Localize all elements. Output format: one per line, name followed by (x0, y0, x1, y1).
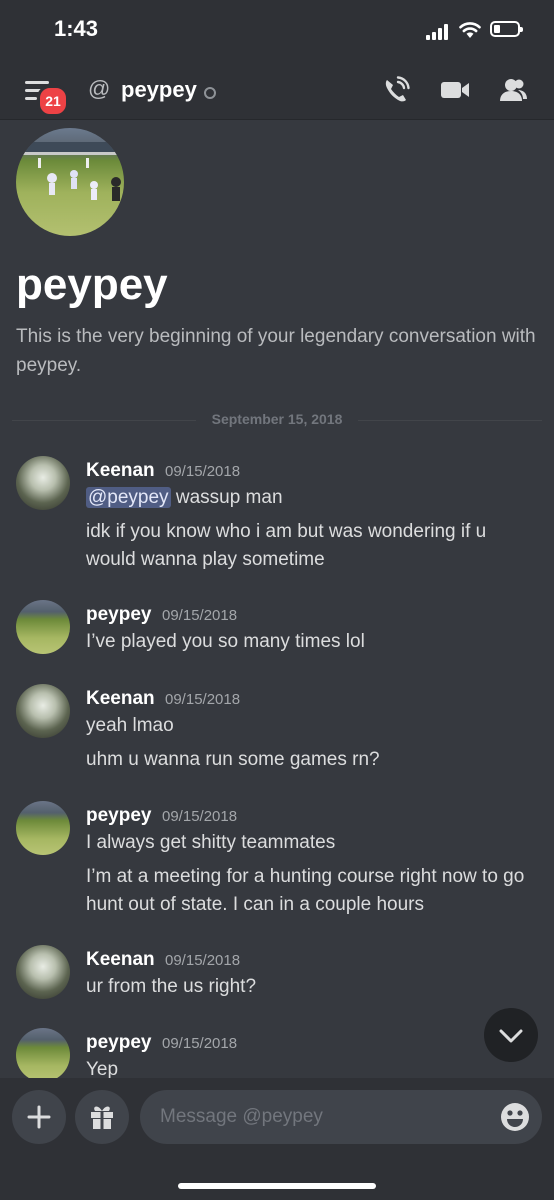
message-author[interactable]: peypey (86, 805, 151, 827)
message-text: I always get shitty teammates (86, 832, 336, 853)
message-text: @peypey wassup man (86, 484, 536, 512)
battery-icon (490, 21, 523, 37)
message-input[interactable] (140, 1090, 542, 1144)
message-text: ur from the us right? (86, 976, 257, 997)
date-divider-label: September 15, 2018 (211, 411, 343, 427)
avatar[interactable] (16, 600, 70, 654)
message-timestamp: 09/15/2018 (165, 952, 241, 969)
notification-badge: 21 (37, 85, 69, 117)
message-author[interactable]: Keenan (86, 460, 155, 482)
status-bar: 1:43 (0, 0, 554, 60)
user-mention[interactable]: @peypey (86, 487, 171, 508)
message-author[interactable]: Keenan (86, 949, 155, 971)
message-timestamp: 09/15/2018 (162, 808, 238, 825)
message-text: idk if you know who i am but was wonderi… (86, 521, 487, 570)
at-icon: @ (88, 76, 111, 101)
message-timestamp: 09/15/2018 (162, 1035, 238, 1052)
message-author[interactable]: peypey (86, 1032, 151, 1054)
message-text-content: wassup man (175, 487, 283, 508)
plus-icon (27, 1105, 51, 1129)
signal-icon (426, 24, 452, 40)
message-timestamp: 09/15/2018 (165, 691, 241, 708)
gift-icon (91, 1106, 113, 1129)
message-text: Yep (86, 1059, 119, 1078)
avatar[interactable] (16, 684, 70, 738)
message-text: yeah lmao (86, 715, 174, 736)
message-timestamp: 09/15/2018 (162, 607, 238, 624)
members-icon[interactable] (498, 76, 528, 104)
message-group: peypey 09/15/2018 Yep (0, 1028, 554, 1078)
channel-header: 21 @ peypey (0, 60, 554, 120)
avatar[interactable] (16, 801, 70, 855)
message-timestamp: 09/15/2018 (165, 463, 241, 480)
avatar[interactable] (16, 945, 70, 999)
message-text: I’m at a meeting for a hunting course ri… (86, 866, 525, 915)
wifi-icon (459, 22, 481, 38)
message-author[interactable]: peypey (86, 604, 151, 626)
add-attachment-button[interactable] (12, 1090, 66, 1144)
avatar[interactable] (16, 456, 70, 510)
offline-status-icon (204, 87, 216, 99)
emoji-icon[interactable] (500, 1102, 530, 1132)
message-text: I’ve played you so many times lol (86, 631, 365, 652)
chevron-down-icon (499, 1029, 523, 1043)
intro-text: This is the very beginning of your legen… (16, 326, 536, 376)
home-indicator[interactable] (178, 1183, 376, 1189)
gift-button[interactable] (75, 1090, 129, 1144)
jump-to-bottom-button[interactable] (484, 1008, 538, 1062)
avatar[interactable] (16, 1028, 70, 1078)
recipient-avatar[interactable] (16, 128, 124, 236)
channel-title[interactable]: peypey (121, 77, 197, 103)
message-text: uhm u wanna run some games rn? (86, 749, 380, 770)
message-author[interactable]: Keenan (86, 688, 155, 710)
video-icon[interactable] (440, 76, 470, 104)
status-time: 1:43 (54, 16, 99, 41)
call-icon[interactable] (381, 76, 411, 104)
date-divider: September 15, 2018 (12, 411, 542, 427)
message-composer (0, 1078, 554, 1200)
intro-title: peypey (16, 260, 168, 309)
